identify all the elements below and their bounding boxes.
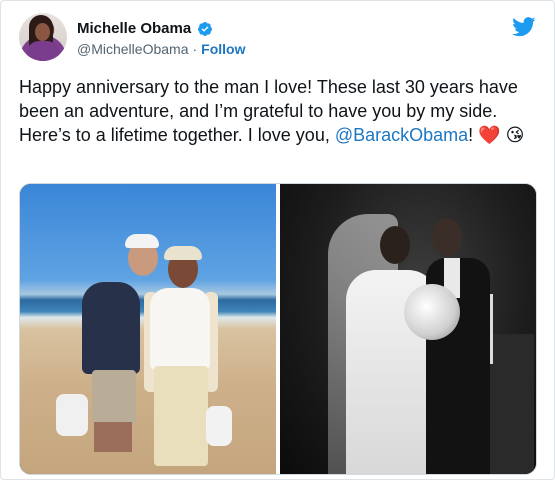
twitter-bird-icon[interactable] <box>512 17 536 37</box>
tweet-text: Happy anniversary to the man I love! The… <box>19 75 539 147</box>
wedding-photo[interactable] <box>280 184 536 474</box>
woman-pants <box>154 366 208 466</box>
handle-row: @MichelleObama · Follow <box>77 41 245 57</box>
avatar-face <box>35 23 50 41</box>
separator-dot: · <box>192 41 198 57</box>
sandals <box>206 406 232 446</box>
tweet-header: Michelle Obama @MichelleObama · Follow <box>19 13 536 63</box>
man-shorts <box>92 370 136 424</box>
beach-photo[interactable] <box>20 184 276 474</box>
avatar-dress <box>27 41 59 61</box>
tweet-after-mention: ! <box>468 125 474 145</box>
groom-head <box>432 218 462 256</box>
avatar[interactable] <box>19 13 67 61</box>
name-row: Michelle Obama <box>77 20 213 37</box>
woman-hat <box>164 246 202 260</box>
sneakers <box>56 394 88 436</box>
bride-head <box>380 226 410 264</box>
kiss-emoji: 😘 <box>505 125 525 145</box>
man-legs <box>94 422 132 452</box>
follow-button[interactable]: Follow <box>201 41 245 57</box>
woman-figure <box>150 288 210 370</box>
bouquet <box>404 284 460 340</box>
heart-emoji: ❤️ <box>478 125 501 145</box>
tweet-card: Michelle Obama @MichelleObama · Follow H… <box>0 0 555 480</box>
mention-link[interactable]: @BarackObama <box>335 125 468 145</box>
verified-badge-icon <box>197 21 213 37</box>
display-name[interactable]: Michelle Obama <box>77 20 191 37</box>
man-figure <box>82 282 140 374</box>
media-grid <box>19 183 537 475</box>
man-cap <box>125 234 159 248</box>
handle[interactable]: @MichelleObama <box>77 41 188 57</box>
